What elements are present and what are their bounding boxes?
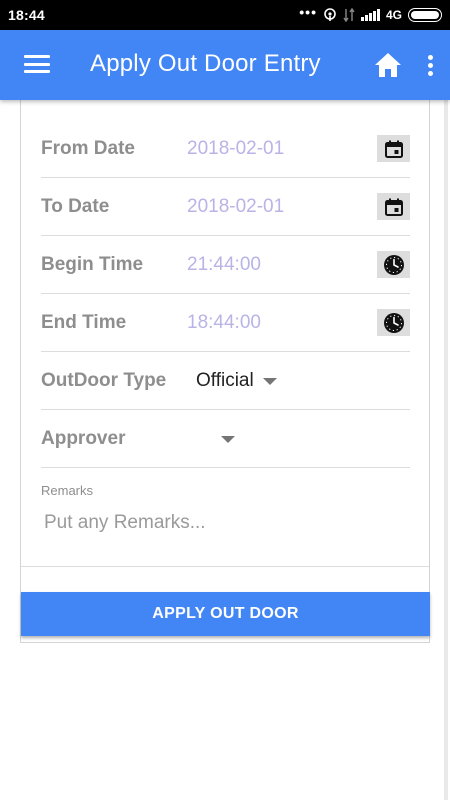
- from-date-value[interactable]: 2018-02-01: [187, 138, 284, 160]
- home-button[interactable]: [366, 30, 410, 100]
- approver-label: Approver: [41, 427, 126, 449]
- to-date-row: To Date 2018-02-01: [41, 178, 410, 236]
- notification-dots-icon: •••: [299, 4, 317, 20]
- outdoor-type-select[interactable]: Official: [196, 370, 254, 392]
- status-time: 18:44: [8, 7, 45, 23]
- from-date-row: From Date 2018-02-01: [41, 120, 410, 178]
- end-time-label: End Time: [41, 311, 127, 333]
- outdoor-type-row: OutDoor Type Official: [41, 352, 410, 410]
- more-vert-icon: [427, 54, 433, 76]
- menu-icon: [24, 55, 50, 73]
- begin-time-value[interactable]: 21:44:00: [187, 254, 261, 276]
- battery-icon: [408, 8, 442, 22]
- menu-button[interactable]: [0, 30, 80, 100]
- apply-out-door-button[interactable]: APPLY OUT DOOR: [21, 592, 430, 636]
- dropdown-arrow-icon[interactable]: [263, 378, 277, 385]
- outdoor-type-label: OutDoor Type: [41, 369, 167, 391]
- dropdown-arrow-icon[interactable]: [221, 436, 235, 443]
- begin-time-picker-button[interactable]: [377, 251, 410, 278]
- remarks-input[interactable]: [41, 505, 410, 541]
- approver-row: Approver: [41, 410, 410, 468]
- to-date-picker-button[interactable]: [377, 193, 410, 220]
- to-date-value[interactable]: 2018-02-01: [187, 196, 284, 218]
- divider: [21, 566, 429, 567]
- network-type: 4G: [385, 8, 402, 22]
- hotspot-icon: [324, 8, 336, 21]
- end-time-picker-button[interactable]: [377, 309, 410, 336]
- app-bar: Apply Out Door Entry: [0, 30, 450, 100]
- calendar-icon: [384, 140, 403, 158]
- end-time-value[interactable]: 18:44:00: [187, 312, 261, 334]
- status-bar: 18:44 ••• 4G: [0, 0, 450, 30]
- data-transfer-icon: [343, 8, 355, 22]
- overflow-menu-button[interactable]: [410, 30, 450, 100]
- to-date-label: To Date: [41, 195, 110, 217]
- signal-strength-icon: [360, 9, 380, 21]
- page-title: Apply Out Door Entry: [90, 50, 321, 77]
- home-icon: [375, 53, 401, 77]
- clock-icon: [383, 254, 404, 275]
- entry-form-card: From Date 2018-02-01 To Date 2018-02-01: [20, 100, 430, 643]
- begin-time-label: Begin Time: [41, 253, 144, 275]
- scrollbar: [444, 100, 448, 800]
- calendar-icon: [384, 198, 403, 216]
- clock-icon: [383, 312, 404, 333]
- remarks-label: Remarks: [41, 483, 94, 498]
- begin-time-row: Begin Time 21:44:00: [41, 236, 410, 294]
- status-icons: ••• 4G: [299, 4, 442, 22]
- from-date-label: From Date: [41, 137, 135, 159]
- end-time-row: End Time 18:44:00: [41, 294, 410, 352]
- from-date-picker-button[interactable]: [377, 135, 410, 162]
